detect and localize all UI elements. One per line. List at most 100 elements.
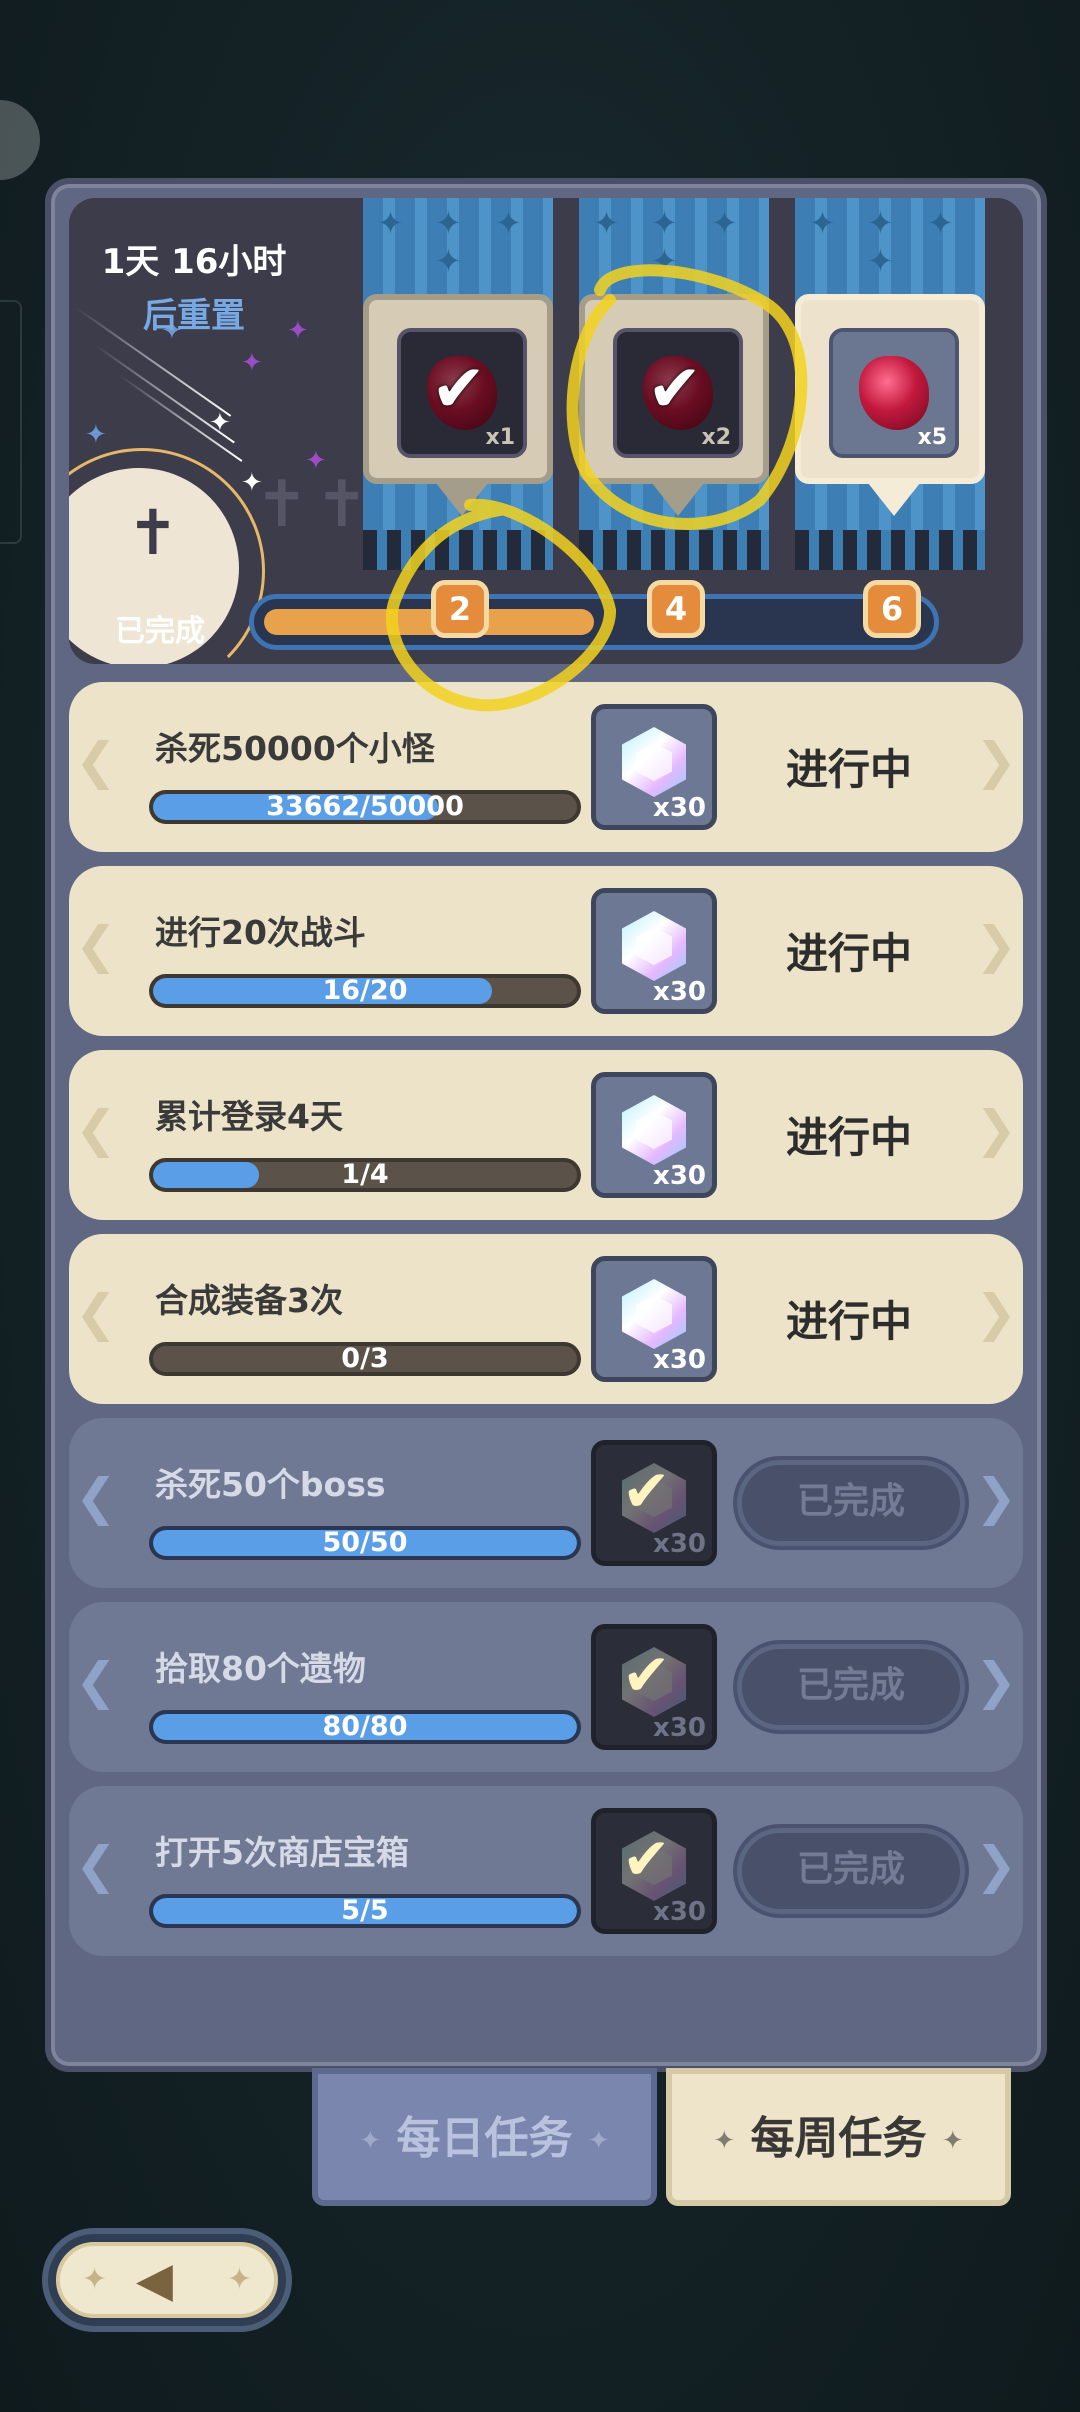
crystal-icon	[622, 727, 686, 797]
chevron-left-icon: ❮	[75, 916, 117, 974]
completed-label: 已完成	[115, 614, 205, 649]
task-progress-text: 50/50	[322, 1527, 408, 1558]
chevron-right-icon: ❯	[975, 1468, 1017, 1526]
task-reward[interactable]: x30	[591, 704, 717, 830]
task-progress-text: 1/4	[341, 1159, 389, 1190]
task-progress-text: 0/3	[341, 1343, 389, 1374]
chevron-right-icon: ❯	[975, 1100, 1017, 1158]
ruby-icon	[859, 356, 929, 430]
task-progress-bar: 80/80	[149, 1710, 581, 1744]
weekly-task-panel: ✦ ✦ ✦ ✦ ✦ ✦ ✦ ✝ ✝ ✝ 1天 16小时 后重置 ✦ ✦ ✦ ✦ ✦ ✦…	[45, 178, 1047, 2072]
task-progress-text: 80/80	[322, 1711, 408, 1742]
task-status-button[interactable]: 已完成	[737, 1644, 965, 1730]
tab-weekly-tasks[interactable]: ✦ 每周任务 ✦	[666, 2068, 1011, 2206]
sparkle-icon: ✦	[82, 2262, 108, 2297]
reward-quantity: x30	[653, 1529, 706, 1559]
chevron-left-icon: ❮	[75, 1836, 117, 1894]
task-status: 进行中	[785, 745, 912, 794]
task-progress-text: 33662/50000	[266, 791, 464, 822]
reward-quantity: x30	[653, 1713, 706, 1743]
milestone-marker-6: 6	[863, 580, 921, 638]
task-reward-claimed: ✔ x30	[591, 1624, 717, 1750]
crystal-icon	[622, 911, 686, 981]
task-row-completed: ❮ ❯ 拾取80个遗物 80/80 ✔ x30 已完成	[69, 1602, 1023, 1772]
side-handle	[0, 300, 22, 544]
task-name: 杀死50个boss	[155, 1465, 386, 1504]
floating-button-ghost	[0, 100, 40, 180]
task-progress-bar: 16/20	[149, 974, 581, 1008]
chevron-right-icon: ❯	[975, 1284, 1017, 1342]
tab-daily-tasks[interactable]: ✦ 每日任务 ✦	[312, 2068, 657, 2206]
task-progress-bar: 0/3	[149, 1342, 581, 1376]
task-row-completed: ❮ ❯ 打开5次商店宝箱 5/5 ✔ x30 已完成	[69, 1786, 1023, 1956]
chevron-left-icon: ❮	[75, 1468, 117, 1526]
reset-label: 后重置	[143, 296, 245, 336]
task-status: 进行中	[785, 1297, 912, 1346]
reward-quantity: x30	[653, 1161, 706, 1191]
milestone-reward-1[interactable]: ✔ x1	[363, 294, 553, 516]
chevron-left-icon: ❮	[75, 1100, 117, 1158]
crystal-icon	[622, 1279, 686, 1349]
check-icon: ✔	[622, 1457, 671, 1525]
check-icon: ✔	[622, 1641, 671, 1709]
chevron-left-icon: ❮	[75, 1284, 117, 1342]
chevron-right-icon: ❯	[975, 1652, 1017, 1710]
back-button[interactable]: ✦ ◀ ✦	[42, 2228, 292, 2332]
task-status-button[interactable]: 已完成	[737, 1828, 965, 1914]
task-row: ❮ ❯ 累计登录4天 1/4 x30 进行中	[69, 1050, 1023, 1220]
spire-icon: ✝	[315, 468, 369, 542]
check-icon: ✔	[622, 1825, 671, 1893]
task-list: ❮ ❯ 杀死50000个小怪 33662/50000 x30 进行中 ❮ ❯ 进…	[69, 682, 1023, 1970]
task-status: 进行中	[785, 929, 912, 978]
task-reward[interactable]: x30	[591, 1072, 717, 1198]
tab-daily-label: 每日任务	[396, 2113, 573, 2164]
tab-weekly-label: 每周任务	[750, 2113, 927, 2164]
crystal-icon	[622, 1095, 686, 1165]
task-name: 进行20次战斗	[155, 913, 366, 952]
check-icon: ✔	[431, 350, 487, 427]
task-row: ❮ ❯ 合成装备3次 0/3 x30 进行中	[69, 1234, 1023, 1404]
task-reward[interactable]: x30	[591, 1256, 717, 1382]
reward-quantity: x2	[701, 425, 732, 450]
milestone-marker-4: 4	[647, 580, 705, 638]
task-name: 杀死50000个小怪	[155, 729, 435, 768]
task-row: ❮ ❯ 杀死50000个小怪 33662/50000 x30 进行中	[69, 682, 1023, 852]
task-progress-bar: 50/50	[149, 1526, 581, 1560]
task-name: 累计登录4天	[155, 1097, 343, 1136]
task-name: 合成装备3次	[155, 1281, 343, 1320]
reset-timer: 1天 16小时	[101, 242, 287, 282]
chevron-right-icon: ❯	[975, 1836, 1017, 1894]
milestone-progress-fill	[264, 609, 594, 635]
task-reward[interactable]: x30	[591, 888, 717, 1014]
task-row-completed: ❮ ❯ 杀死50个boss 50/50 ✔ x30 已完成	[69, 1418, 1023, 1588]
spire-icon: ✝	[255, 468, 309, 542]
milestone-reward-3[interactable]: x5	[795, 294, 985, 516]
task-progress-bar: 33662/50000	[149, 790, 581, 824]
task-status-button[interactable]: 已完成	[737, 1460, 965, 1546]
task-name: 拾取80个遗物	[155, 1649, 366, 1688]
task-progress-bar: 5/5	[149, 1894, 581, 1928]
milestone-header: ✦ ✦ ✦ ✦ ✦ ✦ ✦ ✝ ✝ ✝ 1天 16小时 后重置 ✦ ✦ ✦ ✦ ✦ ✦…	[69, 198, 1023, 664]
task-status: 进行中	[785, 1113, 912, 1162]
reward-quantity: x30	[653, 977, 706, 1007]
check-icon: ✔	[647, 350, 703, 427]
task-reward-claimed: ✔ x30	[591, 1440, 717, 1566]
back-arrow-icon: ◀	[136, 2252, 173, 2308]
milestone-progress-track	[249, 594, 939, 650]
task-progress-text: 16/20	[322, 975, 408, 1006]
chevron-left-icon: ❮	[75, 1652, 117, 1710]
task-row: ❮ ❯ 进行20次战斗 16/20 x30 进行中	[69, 866, 1023, 1036]
milestone-reward-2[interactable]: ✔ x2	[579, 294, 769, 516]
task-progress-bar: 1/4	[149, 1158, 581, 1192]
reward-quantity: x1	[485, 425, 516, 450]
star-icon: ✦	[209, 408, 231, 438]
chevron-left-icon: ❮	[75, 732, 117, 790]
star-icon: ✦	[85, 420, 107, 450]
sparkle-icon: ✦	[226, 2262, 252, 2297]
reward-quantity: x5	[917, 425, 948, 450]
task-reward-claimed: ✔ x30	[591, 1808, 717, 1934]
task-name: 打开5次商店宝箱	[155, 1833, 409, 1872]
cross-icon: ✝	[127, 496, 179, 569]
chevron-right-icon: ❯	[975, 732, 1017, 790]
chevron-right-icon: ❯	[975, 916, 1017, 974]
